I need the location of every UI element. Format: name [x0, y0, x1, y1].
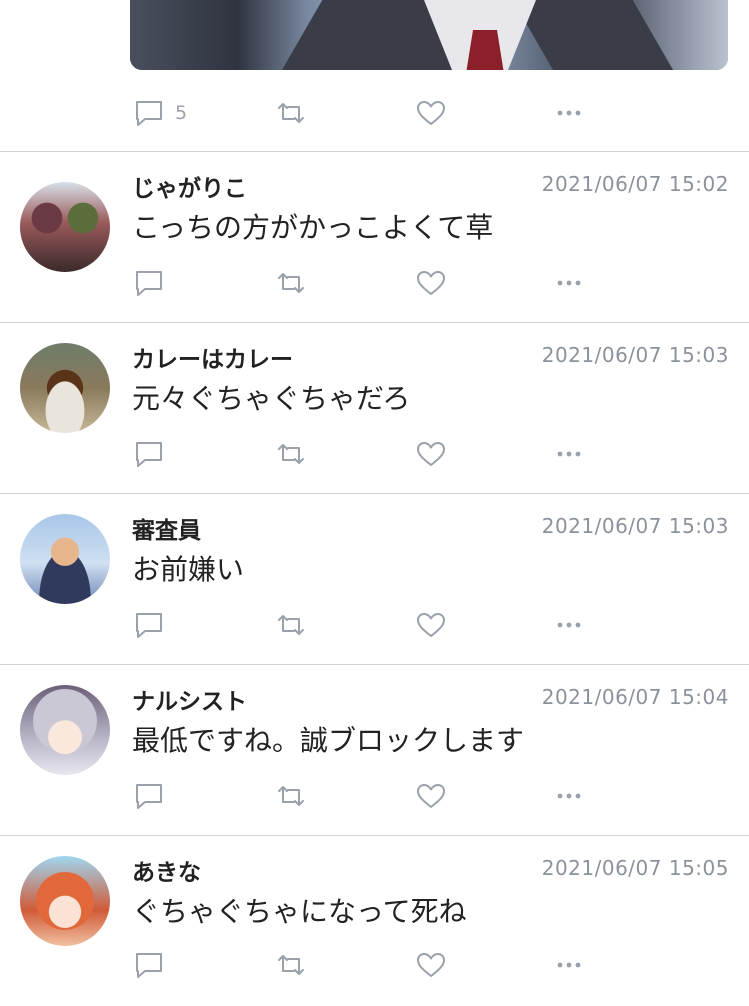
- reply-count: 5: [175, 102, 188, 124]
- reply-icon: [136, 101, 162, 126]
- like-icon: [417, 442, 445, 466]
- more-button[interactable]: [556, 439, 582, 469]
- post-action-bar: 5: [0, 98, 749, 128]
- reply-icon: [136, 613, 162, 638]
- like-button[interactable]: [416, 610, 446, 640]
- tweet-text: お前嫌い: [132, 553, 245, 586]
- timestamp: 2021/06/07 15:05: [541, 856, 729, 880]
- like-button[interactable]: [416, 781, 446, 811]
- like-button[interactable]: [416, 950, 446, 980]
- tweet-text: ぐちゃぐちゃになって死ね: [132, 895, 467, 928]
- more-icon: [557, 110, 581, 116]
- retweet-icon: [278, 786, 304, 806]
- timestamp: 2021/06/07 15:04: [541, 685, 729, 709]
- retweet-button[interactable]: [276, 439, 306, 469]
- post-media-image[interactable]: [130, 0, 728, 70]
- user-name[interactable]: じゃがりこ: [132, 169, 247, 203]
- user-name[interactable]: カレーはカレー: [132, 340, 293, 374]
- retweet-icon: [278, 273, 304, 293]
- reply-button[interactable]: [135, 950, 163, 980]
- like-icon: [417, 271, 445, 295]
- retweet-button[interactable]: [276, 950, 306, 980]
- retweet-icon: [278, 103, 304, 123]
- like-icon: [417, 784, 445, 808]
- more-icon: [557, 793, 581, 799]
- avatar[interactable]: [20, 343, 110, 433]
- more-icon: [557, 622, 581, 628]
- like-icon: [417, 101, 445, 125]
- avatar[interactable]: [20, 182, 110, 272]
- user-name[interactable]: あきな: [132, 853, 201, 887]
- reply-icon: [136, 442, 162, 467]
- reply-button[interactable]: 5: [135, 98, 187, 128]
- more-icon: [557, 280, 581, 286]
- retweet-button[interactable]: [276, 268, 306, 298]
- timestamp: 2021/06/07 15:03: [541, 514, 729, 538]
- tweet-action-bar: [0, 268, 749, 298]
- reply-button[interactable]: [135, 610, 163, 640]
- avatar[interactable]: [20, 685, 110, 775]
- reply-icon: [136, 953, 162, 978]
- like-button[interactable]: [416, 98, 446, 128]
- reply-button[interactable]: [135, 781, 163, 811]
- like-button[interactable]: [416, 439, 446, 469]
- tweet-action-bar: [0, 439, 749, 469]
- reply-button[interactable]: [135, 268, 163, 298]
- retweet-button[interactable]: [276, 98, 306, 128]
- retweet-icon: [278, 615, 304, 635]
- user-name[interactable]: 審査員: [132, 511, 201, 545]
- like-icon: [417, 613, 445, 637]
- user-name[interactable]: ナルシスト: [132, 682, 247, 716]
- reply-icon: [136, 784, 162, 809]
- like-icon: [417, 953, 445, 977]
- tweet-text: 元々ぐちゃぐちゃだろ: [132, 382, 411, 415]
- avatar[interactable]: [20, 856, 110, 946]
- retweet-button[interactable]: [276, 610, 306, 640]
- timestamp: 2021/06/07 15:03: [541, 343, 729, 367]
- tweet-action-bar: [0, 950, 749, 980]
- more-button[interactable]: [556, 268, 582, 298]
- tweet-text: 最低ですね。誠ブロックします: [132, 724, 525, 757]
- tweet-text: こっちの方がかっこよくて草: [132, 211, 494, 244]
- retweet-button[interactable]: [276, 781, 306, 811]
- more-icon: [557, 451, 581, 457]
- retweet-icon: [278, 955, 304, 975]
- avatar[interactable]: [20, 514, 110, 604]
- retweet-icon: [278, 444, 304, 464]
- tweet-action-bar: [0, 781, 749, 811]
- more-button[interactable]: [556, 98, 582, 128]
- more-button[interactable]: [556, 950, 582, 980]
- like-button[interactable]: [416, 268, 446, 298]
- more-button[interactable]: [556, 610, 582, 640]
- more-button[interactable]: [556, 781, 582, 811]
- timestamp: 2021/06/07 15:02: [541, 172, 729, 196]
- reply-icon: [136, 271, 162, 296]
- reply-tweet[interactable]: あきな 2021/06/07 15:05 ぐちゃぐちゃになって死ね: [0, 836, 749, 1006]
- tweet-action-bar: [0, 610, 749, 640]
- reply-button[interactable]: [135, 439, 163, 469]
